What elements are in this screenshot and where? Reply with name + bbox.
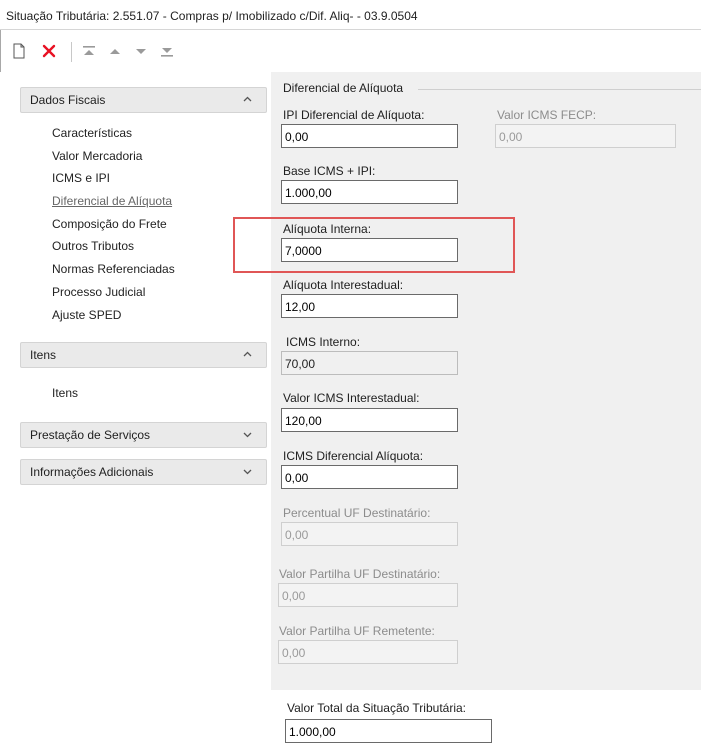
- sidebar-item-composicao-frete[interactable]: Composição do Frete: [52, 217, 167, 231]
- valor-partilha-uf-destinatario-label: Valor Partilha UF Destinatário:: [279, 567, 441, 581]
- move-down-icon[interactable]: [131, 41, 151, 61]
- new-icon[interactable]: [9, 41, 29, 61]
- move-first-icon[interactable]: [79, 41, 99, 61]
- group-header-prestacao-servicos[interactable]: Prestação de Serviços: [20, 422, 267, 448]
- group-header-informacoes-adicionais[interactable]: Informações Adicionais: [20, 459, 267, 485]
- delete-icon[interactable]: [39, 41, 59, 61]
- base-icms-ipi-label: Base ICMS + IPI:: [283, 164, 376, 178]
- sidebar-item-icms-ipi[interactable]: ICMS e IPI: [52, 171, 110, 185]
- valor-total-situacao-field[interactable]: 1.000,00: [285, 719, 492, 743]
- valor-total-situacao-label: Valor Total da Situação Tributária:: [287, 701, 466, 715]
- chevron-up-icon: [243, 96, 252, 102]
- valor-icms-fecp-field[interactable]: 0,00: [495, 124, 676, 148]
- group-header-itens[interactable]: Itens: [20, 342, 267, 368]
- ipi-diferencial-field[interactable]: 0,00: [281, 124, 458, 148]
- sidebar-item-outros-tributos[interactable]: Outros Tributos: [52, 239, 134, 253]
- chevron-up-icon: [243, 351, 252, 357]
- valor-icms-fecp-label: Valor ICMS FECP:: [497, 108, 597, 122]
- group-label: Itens: [30, 348, 57, 362]
- aliquota-interna-field[interactable]: 7,0000: [281, 238, 458, 262]
- valor-partilha-uf-destinatario-field[interactable]: 0,00: [278, 583, 458, 607]
- valor-icms-interestadual-field[interactable]: 120,00: [281, 408, 458, 432]
- icms-interno-field: 70,00: [281, 351, 458, 375]
- group-label: Prestação de Serviços: [30, 428, 151, 442]
- chevron-down-icon: [243, 469, 252, 475]
- sidebar-item-diferencial-aliquota[interactable]: Diferencial de Alíquota: [52, 194, 172, 208]
- toolbar-separator: [71, 42, 72, 62]
- icms-interno-label: ICMS Interno:: [286, 335, 361, 349]
- valor-partilha-uf-remetente-field[interactable]: 0,00: [278, 640, 458, 664]
- window-title: Situação Tributária: 2.551.07 - Compras …: [0, 0, 701, 30]
- percentual-uf-destinatario-label: Percentual UF Destinatário:: [283, 506, 431, 520]
- ipi-diferencial-label: IPI Diferencial de Alíquota:: [283, 108, 425, 122]
- icms-diferencial-aliquota-label: ICMS Diferencial Alíquota:: [283, 449, 424, 463]
- sidebar-item-normas-referenciadas[interactable]: Normas Referenciadas: [52, 262, 175, 276]
- move-last-icon[interactable]: [157, 41, 177, 61]
- base-icms-ipi-field[interactable]: 1.000,00: [281, 180, 458, 204]
- sidebar-item-valor-mercadoria[interactable]: Valor Mercadoria: [52, 149, 142, 163]
- section-divider: [418, 89, 701, 90]
- section-title: Diferencial de Alíquota: [283, 81, 404, 95]
- valor-icms-interestadual-label: Valor ICMS Interestadual:: [283, 391, 420, 405]
- valor-partilha-uf-remetente-label: Valor Partilha UF Remetente:: [279, 624, 435, 638]
- chevron-down-icon: [243, 432, 252, 438]
- group-label: Informações Adicionais: [30, 465, 154, 479]
- navigation-pane: [0, 72, 271, 756]
- toolbar: [1, 30, 701, 72]
- sidebar-item-caracteristicas[interactable]: Características: [52, 126, 132, 140]
- group-label: Dados Fiscais: [30, 93, 106, 107]
- sidebar-item-ajuste-sped[interactable]: Ajuste SPED: [52, 308, 121, 322]
- aliquota-interna-label: Alíquota Interna:: [283, 222, 372, 236]
- sidebar-item-processo-judicial[interactable]: Processo Judicial: [52, 285, 145, 299]
- group-header-dados-fiscais[interactable]: Dados Fiscais: [20, 87, 267, 113]
- percentual-uf-destinatario-field[interactable]: 0,00: [281, 522, 458, 546]
- move-up-icon[interactable]: [105, 41, 125, 61]
- sidebar-item-itens[interactable]: Itens: [52, 386, 78, 400]
- icms-diferencial-aliquota-field[interactable]: 0,00: [281, 465, 458, 489]
- aliquota-interestadual-field[interactable]: 12,00: [281, 294, 458, 318]
- aliquota-interestadual-label: Alíquota Interestadual:: [283, 278, 404, 292]
